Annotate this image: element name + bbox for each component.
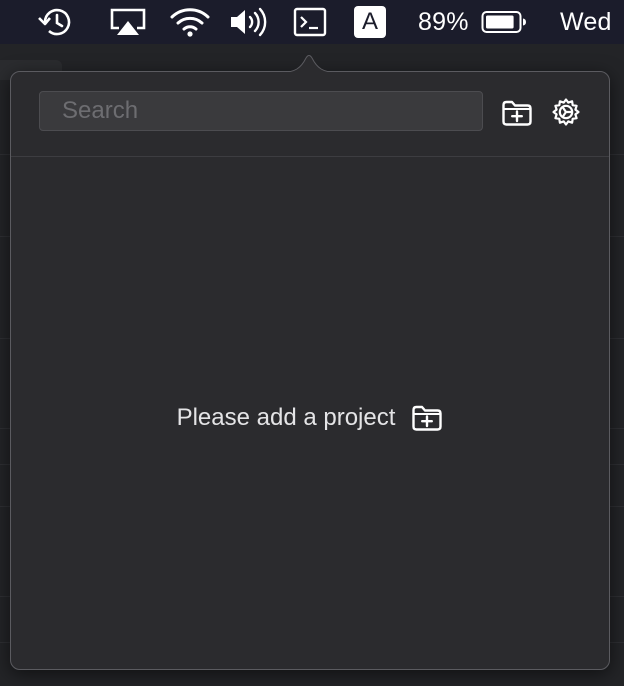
volume-icon[interactable] [228, 0, 272, 44]
airplay-icon[interactable] [108, 0, 148, 44]
battery-icon[interactable] [480, 0, 528, 44]
clock-text: Wed [560, 7, 612, 36]
add-folder-icon [412, 405, 443, 431]
empty-state: Please add a project [11, 402, 609, 434]
terminal-icon[interactable] [292, 0, 328, 44]
input-source-indicator[interactable]: A [352, 0, 388, 44]
wifi-icon[interactable] [168, 0, 212, 44]
empty-state-message: Please add a project [176, 404, 396, 431]
popover-toolbar [11, 72, 609, 157]
settings-button[interactable] [549, 96, 583, 130]
menu-bar: A 89% Wed [0, 0, 624, 44]
popover-arrow [281, 55, 337, 73]
projects-popover: Please add a project [10, 71, 610, 670]
empty-state-add-project-button[interactable] [411, 402, 443, 434]
input-source-label: A [354, 6, 386, 38]
battery-percent[interactable]: 89% [418, 0, 474, 44]
clock[interactable]: Wed [560, 0, 624, 44]
add-project-button[interactable] [500, 96, 534, 130]
time-machine-icon[interactable] [34, 0, 76, 44]
search-input[interactable] [39, 91, 483, 131]
battery-fill [486, 15, 514, 29]
gear-icon [552, 98, 580, 126]
battery-percent-text: 89% [418, 7, 469, 36]
add-folder-icon [502, 100, 532, 126]
